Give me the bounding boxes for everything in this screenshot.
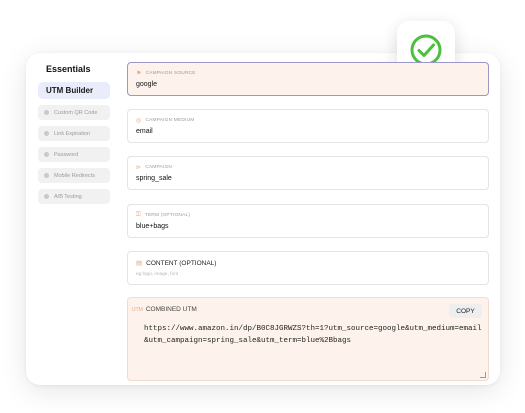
sliders-icon: ◎	[136, 118, 142, 124]
copy-button[interactable]: COPY	[449, 304, 482, 318]
campaign-medium-value[interactable]: email	[136, 128, 153, 135]
sidebar-locked-list: Custom QR Code Link Expiration Password …	[38, 105, 112, 204]
content-label: CONTENT (OPTIONAL)	[146, 259, 217, 267]
campaign-source-value[interactable]: google	[136, 81, 157, 88]
combined-utm-label-row: UTM COMBINED UTM	[132, 306, 197, 313]
campaign-label: CAMPAIGN	[145, 165, 173, 170]
lock-icon	[44, 194, 49, 199]
campaign-medium-label-row: ◎ CAMPAIGN MEDIUM	[136, 117, 194, 124]
combined-utm-panel: UTM COMBINED UTM COPY https://www.amazon…	[127, 297, 489, 381]
key-icon: ⚿	[136, 212, 141, 218]
campaign-label-row: ⊳ CAMPAIGN	[136, 164, 172, 171]
sidebar-item-password[interactable]: Password	[38, 147, 110, 162]
lock-icon	[44, 131, 49, 136]
campaign-medium-label: CAMPAIGN MEDIUM	[145, 118, 195, 123]
sidebar-item-label: A/B Testing	[54, 193, 82, 200]
tag-icon: ⊳	[136, 165, 142, 171]
sidebar-item-utm-builder[interactable]: UTM Builder	[38, 82, 110, 99]
term-value[interactable]: blue+bags	[136, 223, 169, 230]
term-label-row: ⚿ TERM (OPTIONAL)	[136, 212, 190, 219]
campaign-field[interactable]: ⊳ CAMPAIGN spring_sale	[127, 156, 489, 190]
campaign-source-label-row: ⚑ CAMPAIGN SOURCE	[136, 70, 196, 77]
campaign-source-field[interactable]: ⚑ CAMPAIGN SOURCE google	[127, 62, 489, 96]
term-label: TERM (OPTIONAL)	[144, 213, 191, 218]
sidebar-item-custom-qr-code[interactable]: Custom QR Code	[38, 105, 110, 120]
campaign-medium-field[interactable]: ◎ CAMPAIGN MEDIUM email	[127, 109, 489, 143]
document-icon: ▤	[136, 260, 143, 267]
content-field[interactable]: ▤ CONTENT (OPTIONAL) eg:logo, image, fon…	[127, 251, 489, 285]
campaign-value[interactable]: spring_sale	[136, 175, 172, 182]
content-placeholder[interactable]: eg:logo, image, font	[136, 272, 178, 277]
sidebar-heading: Essentials	[46, 64, 91, 74]
lock-icon	[44, 152, 49, 157]
sidebar-item-label: Password	[54, 151, 79, 158]
term-field[interactable]: ⚿ TERM (OPTIONAL) blue+bags	[127, 204, 489, 238]
lock-icon	[44, 173, 49, 178]
resize-handle-icon[interactable]	[480, 372, 486, 378]
flag-icon: ⚑	[136, 71, 142, 77]
combined-utm-url[interactable]: https://www.amazon.in/dp/B0C8JGRWZS?th=1…	[144, 323, 482, 347]
utm-icon: UTM	[132, 306, 143, 313]
lock-icon	[44, 110, 49, 115]
sidebar-item-mobile-redirects[interactable]: Mobile Redirects	[38, 168, 110, 183]
sidebar: Essentials UTM Builder Custom QR Code Li…	[38, 64, 112, 204]
sidebar-item-label: Mobile Redirects	[54, 172, 95, 179]
sidebar-item-label: Link Expiration	[54, 130, 91, 137]
sidebar-item-label: Custom QR Code	[54, 109, 98, 116]
campaign-source-label: CAMPAIGN SOURCE	[145, 71, 196, 76]
content-label-row: ▤ CONTENT (OPTIONAL)	[136, 259, 217, 268]
sidebar-item-link-expiration[interactable]: Link Expiration	[38, 126, 110, 141]
combined-utm-label: COMBINED UTM	[145, 306, 197, 313]
sidebar-item-ab-testing[interactable]: A/B Testing	[38, 189, 110, 204]
